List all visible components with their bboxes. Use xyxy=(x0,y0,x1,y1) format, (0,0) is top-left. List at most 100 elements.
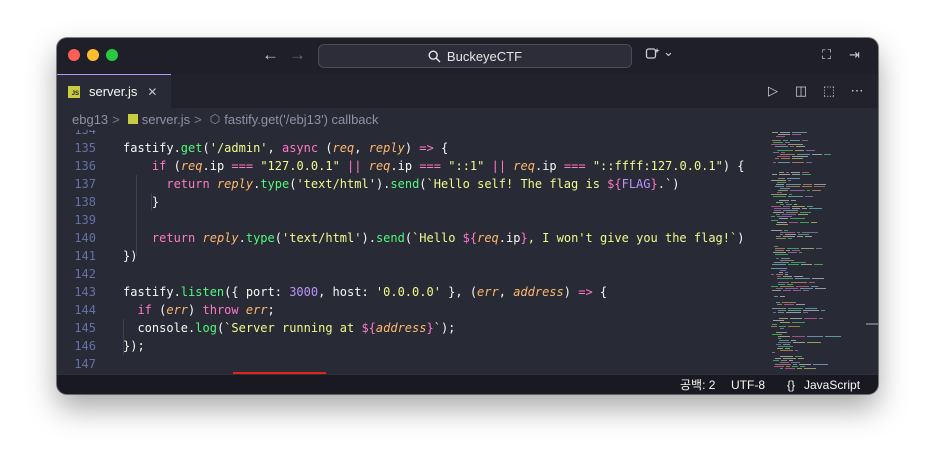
minimap-line xyxy=(780,234,783,235)
minimap-line xyxy=(792,206,805,207)
minimap-line xyxy=(775,158,779,159)
chevron-down-icon[interactable]: ⌄ xyxy=(663,44,674,60)
minimap-line xyxy=(780,232,795,233)
breadcrumb-symbol[interactable]: fastify.get('/ebj13') callback xyxy=(224,112,378,127)
minimap-line xyxy=(802,208,807,209)
line-number: 141 xyxy=(74,249,96,263)
minimap-line xyxy=(821,310,825,311)
close-icon[interactable]: ✕ xyxy=(147,85,157,99)
minimap-line xyxy=(774,208,790,209)
code-line[interactable]: 143 fastify.listen({ port: 3000, host: '0… xyxy=(57,283,765,301)
minimap-line xyxy=(778,282,789,283)
code-line[interactable]: 136 if (req.ip === "127.0.0.1" || req.ip… xyxy=(57,157,765,175)
minimap-line xyxy=(782,302,796,303)
minimap-line xyxy=(783,206,790,207)
tab-label: server.js xyxy=(89,84,138,99)
minimap-line xyxy=(785,234,796,235)
line-number: 147 xyxy=(74,357,96,371)
line-number: 140 xyxy=(74,231,96,245)
minimap-line xyxy=(791,362,800,363)
code-line[interactable]: 138 } xyxy=(57,193,765,211)
chevron-right-icon: > xyxy=(112,111,120,127)
minimap-line xyxy=(778,310,786,311)
code-line[interactable]: 137 return reply.type('text/html').send(… xyxy=(57,175,765,193)
code-text: }) xyxy=(123,249,138,263)
minimap-line xyxy=(785,348,790,349)
minimap-line xyxy=(790,318,802,319)
minimap-line xyxy=(803,184,812,185)
minimap-line xyxy=(773,252,786,253)
minimap-line xyxy=(793,364,797,365)
minimap-line xyxy=(790,190,805,191)
breadcrumb-file[interactable]: server.js xyxy=(142,112,190,127)
code-line[interactable]: 142 xyxy=(57,265,765,283)
minimap-line xyxy=(778,312,784,313)
code-text: fastify.get('/admin', async (req, reply)… xyxy=(123,141,449,155)
split-editor-icon[interactable]: ◫ xyxy=(794,83,808,99)
status-bar: 공백: 2 UTF-8 {} JavaScript xyxy=(57,374,878,394)
tab-server-js[interactable]: JS server.js ✕ xyxy=(57,74,171,108)
forward-arrow-icon[interactable]: → xyxy=(289,45,306,65)
minimap-line xyxy=(788,310,801,311)
close-window-button[interactable] xyxy=(68,49,80,61)
minimap-line xyxy=(779,200,789,201)
lock-icon[interactable]: ⬚ xyxy=(822,83,836,99)
more-actions-icon[interactable]: ⋯ xyxy=(850,83,864,99)
minimap-line xyxy=(786,212,798,213)
encoding-status[interactable]: UTF-8 xyxy=(731,378,765,392)
layout-toggle-icon[interactable]: ⛶ xyxy=(822,47,831,63)
minimap-line xyxy=(775,358,781,359)
line-number: 146 xyxy=(74,339,96,353)
minimap-line xyxy=(807,342,821,343)
minimap-line xyxy=(791,262,806,263)
minimap-line xyxy=(771,220,778,221)
minimap-line xyxy=(783,210,798,211)
code-text: return reply.type('text/html').send(`Hel… xyxy=(151,231,745,245)
minimap-line xyxy=(792,156,808,157)
pin-icon[interactable]: ⇥ xyxy=(849,47,860,63)
line-number: 137 xyxy=(74,177,96,191)
code-line[interactable]: 146}); xyxy=(57,337,765,355)
minimize-window-button[interactable] xyxy=(87,49,99,61)
breadcrumb-folder[interactable]: ebg13 xyxy=(72,112,108,127)
minimap-line xyxy=(780,322,790,323)
language-mode[interactable]: JavaScript xyxy=(804,378,860,392)
code-line[interactable]: 134 xyxy=(57,130,765,139)
code-line[interactable]: 135 fastify.get('/admin', async (req, rep… xyxy=(57,139,765,157)
code-editor[interactable]: 134 135 fastify.get('/admin', async (req, … xyxy=(57,130,765,374)
minimap-line xyxy=(772,264,786,265)
run-icon[interactable]: ▷ xyxy=(766,83,780,99)
minimap-line xyxy=(771,216,775,217)
code-text: } xyxy=(123,195,160,209)
minimap-line xyxy=(798,234,809,235)
minimap-line xyxy=(807,336,823,337)
code-text: console.log(`Server running at ${address… xyxy=(123,321,456,335)
minimap-line xyxy=(777,278,793,279)
minimap-line xyxy=(809,208,822,209)
minimap-line xyxy=(791,200,796,201)
code-line[interactable]: 147 xyxy=(57,355,765,373)
maximize-window-button[interactable] xyxy=(106,49,118,61)
minimap-line xyxy=(773,320,784,321)
minimap-line xyxy=(800,212,811,213)
minimap-line xyxy=(785,142,790,143)
indentation-status[interactable]: 공백: 2 xyxy=(680,378,715,392)
code-line[interactable]: 145 console.log(`Server running at ${add… xyxy=(57,319,765,337)
minimap-line xyxy=(825,336,841,337)
code-line[interactable]: 140 return reply.type('text/html').send(… xyxy=(57,229,765,247)
back-arrow-icon[interactable]: ← xyxy=(262,45,279,65)
minimap-line xyxy=(772,290,781,291)
code-line[interactable]: 139 xyxy=(57,211,765,229)
code-line[interactable]: 144 if (err) throw err; xyxy=(57,301,765,319)
line-number: 145 xyxy=(74,321,96,335)
command-search-box[interactable]: BuckeyeCTF xyxy=(318,44,632,68)
minimap-line xyxy=(773,196,786,197)
copilot-icon[interactable] xyxy=(645,47,660,65)
minimap-line xyxy=(776,302,780,303)
code-line[interactable]: 141}) xyxy=(57,247,765,265)
minimap-line xyxy=(778,342,791,343)
minimap-line xyxy=(773,152,779,153)
minimap-line xyxy=(802,232,818,233)
minimap[interactable] xyxy=(765,130,878,374)
minimap-line xyxy=(793,342,805,343)
